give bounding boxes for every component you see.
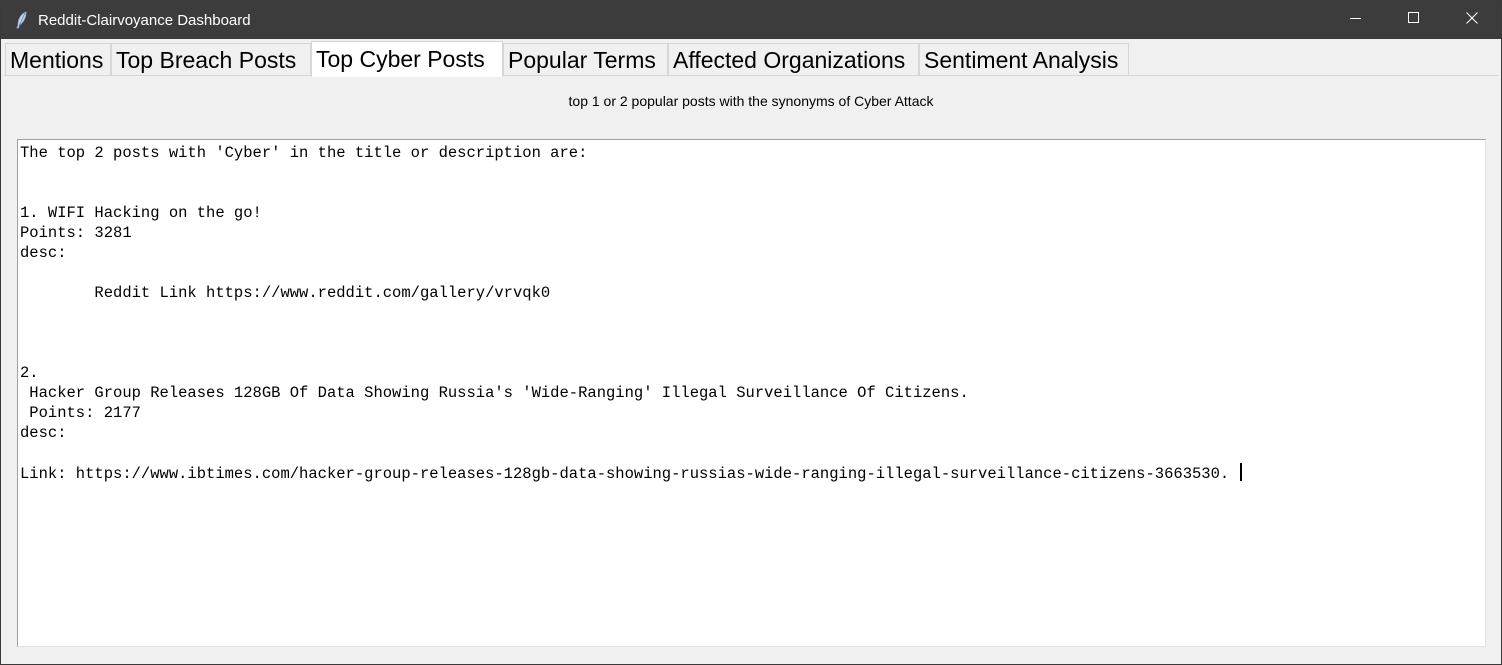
feather-icon	[15, 11, 29, 29]
tab-popular-terms[interactable]: Popular Terms	[503, 43, 668, 75]
window-title: Reddit-Clairvoyance Dashboard	[38, 12, 251, 29]
panel-subtitle: top 1 or 2 popular posts with the synony…	[568, 93, 934, 109]
minimize-button[interactable]	[1327, 1, 1385, 39]
maximize-icon	[1408, 11, 1420, 29]
tab-top-breach-posts[interactable]: Top Breach Posts	[111, 43, 311, 75]
close-icon	[1466, 11, 1478, 29]
tab-affected-organizations[interactable]: Affected Organizations	[668, 43, 919, 75]
tab-top-cyber-posts[interactable]: Top Cyber Posts	[311, 41, 503, 77]
tab-mentions[interactable]: Mentions	[5, 43, 111, 75]
title-bar[interactable]: Reddit-Clairvoyance Dashboard	[1, 1, 1501, 39]
close-button[interactable]	[1443, 1, 1501, 39]
tab-bar: Mentions Top Breach Posts Top Cyber Post…	[5, 41, 1501, 77]
maximize-button[interactable]	[1385, 1, 1443, 39]
app-window: Reddit-Clairvoyance Dashboard Mentions T…	[0, 0, 1502, 665]
results-text: The top 2 posts with 'Cyber' in the titl…	[20, 143, 1483, 484]
tab-sentiment-analysis[interactable]: Sentiment Analysis	[919, 43, 1129, 75]
text-cursor	[1239, 463, 1242, 481]
tab-panel-border	[4, 75, 1498, 76]
results-output: The top 2 posts with 'Cyber' in the titl…	[20, 144, 1230, 483]
results-textarea[interactable]: The top 2 posts with 'Cyber' in the titl…	[17, 139, 1486, 647]
minimize-icon	[1350, 11, 1362, 29]
